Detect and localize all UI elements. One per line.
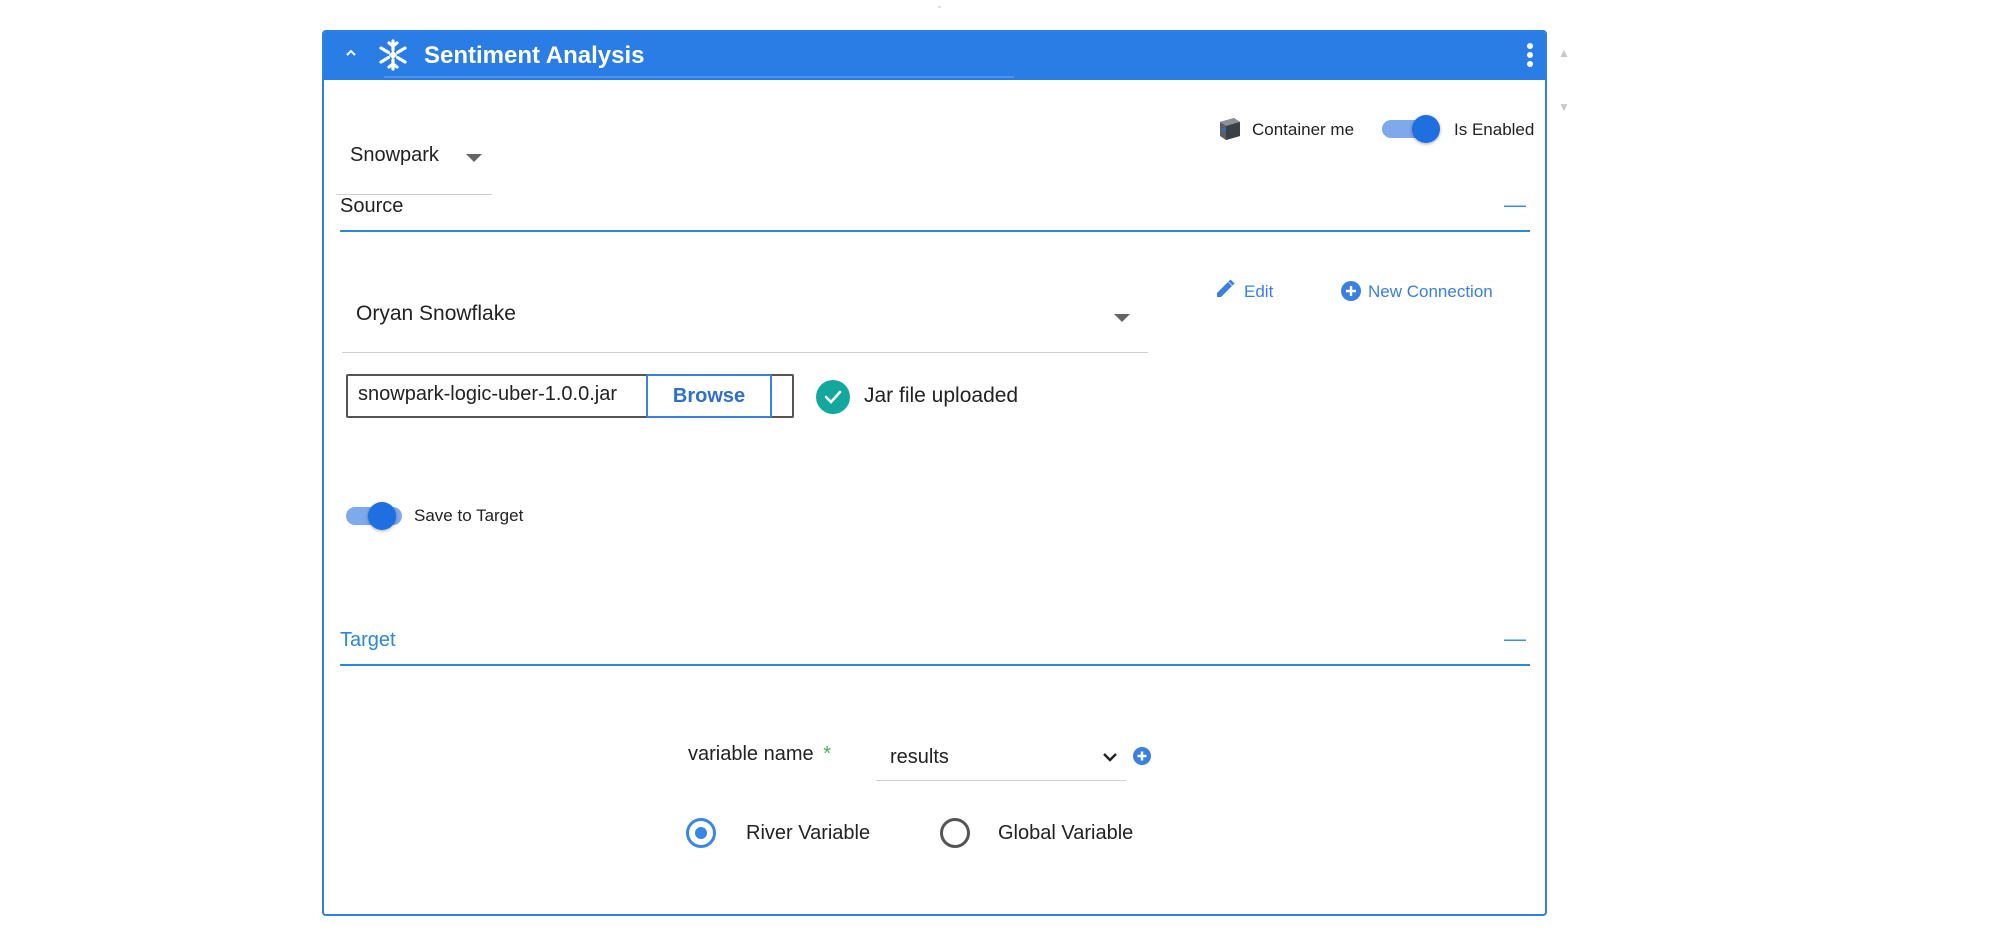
mode-select[interactable]: Snowpark [336, 102, 492, 196]
add-circle-icon[interactable] [1340, 280, 1362, 307]
target-section-divider [340, 664, 1530, 666]
chevron-down-icon [1114, 314, 1130, 322]
river-variable-label: River Variable [746, 822, 871, 844]
edit-icon[interactable] [1214, 278, 1236, 305]
is-enabled-toggle[interactable] [1382, 115, 1440, 143]
add-variable-icon[interactable] [1132, 746, 1152, 771]
check-circle-icon [816, 380, 850, 414]
header-underline [384, 76, 1014, 78]
edit-link[interactable]: Edit [1244, 282, 1273, 302]
global-variable-radio[interactable] [940, 818, 970, 848]
variable-name-value: results [890, 746, 949, 768]
variable-select-underline [876, 780, 1126, 781]
container-label: Container me [1252, 120, 1355, 139]
variable-name-select[interactable]: results [876, 736, 1126, 782]
is-enabled-label: Is Enabled [1454, 120, 1535, 139]
container-icon [1216, 114, 1244, 147]
target-collapse-button[interactable]: — [1504, 626, 1526, 652]
variable-name-label: variable name * [688, 743, 831, 766]
browse-button[interactable]: Browse [646, 374, 772, 418]
connection-select-value: Oryan Snowflake [356, 302, 516, 325]
sentiment-analysis-card: Sentiment Analysis Snowpark Container me… [322, 30, 1547, 916]
top-dot [938, 6, 941, 8]
upload-status-text: Jar file uploaded [864, 384, 1019, 407]
mode-select-value: Snowpark [350, 144, 439, 166]
scroll-down-icon[interactable]: ▼ [1558, 100, 1570, 114]
source-collapse-button[interactable]: — [1504, 192, 1526, 218]
target-section-title: Target [340, 629, 396, 651]
save-to-target-toggle[interactable] [346, 502, 404, 530]
global-variable-label: Global Variable [998, 822, 1134, 844]
scroll-up-icon[interactable]: ▲ [1558, 46, 1570, 60]
required-mark: * [823, 743, 831, 765]
save-to-target-label: Save to Target [414, 506, 524, 525]
source-section-divider [340, 230, 1530, 232]
source-section-title: Source [340, 195, 404, 217]
connection-select[interactable]: Oryan Snowflake [342, 268, 1148, 354]
snowflake-icon [376, 38, 410, 77]
variable-name-text: variable name [688, 743, 814, 765]
card-title: Sentiment Analysis [424, 42, 645, 69]
river-variable-radio[interactable] [686, 818, 716, 848]
new-connection-link[interactable]: New Connection [1368, 282, 1493, 302]
card-header: Sentiment Analysis [324, 32, 1545, 80]
jar-file-name: snowpark-logic-uber-1.0.0.jar [358, 383, 618, 405]
vertical-dots-icon[interactable] [1526, 42, 1534, 73]
chevron-up-icon[interactable] [344, 46, 358, 65]
chevron-down-icon [1102, 750, 1118, 768]
chevron-down-icon [466, 154, 482, 162]
connection-select-underline [342, 352, 1148, 353]
